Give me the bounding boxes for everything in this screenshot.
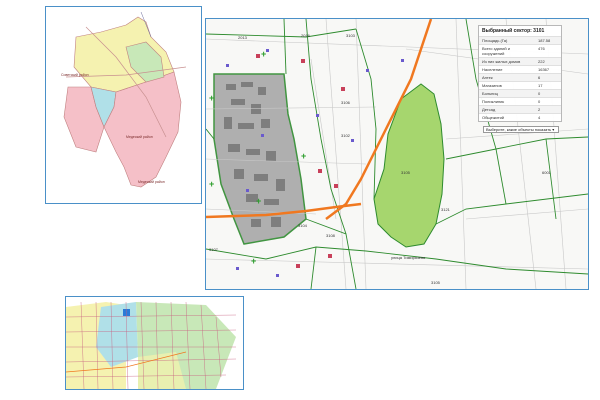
info-row: Население 16367	[479, 65, 561, 73]
sector-label: 3107	[209, 247, 219, 252]
info-key: Детсад	[482, 107, 496, 112]
sector-label: 3106	[341, 100, 351, 105]
sector-label: 3104	[298, 223, 308, 228]
sector-label: 3121	[441, 207, 451, 212]
info-key: Всего зданий и сооружений	[482, 46, 510, 56]
district-map-svg: Советский район Медеский район Медеский …	[46, 7, 201, 203]
sector-label: 3108	[326, 233, 336, 238]
info-value: 17	[538, 83, 543, 88]
info-key: Общежитий	[482, 115, 505, 120]
mini-selected-sector[interactable]	[123, 309, 130, 316]
info-row: Поликлиник 0	[479, 97, 561, 105]
info-key: Аптек	[482, 75, 493, 80]
svg-text:+: +	[261, 49, 266, 59]
svg-text:+: +	[256, 196, 261, 206]
district-label-3: Медеский район	[138, 180, 165, 184]
info-row: Магазинов 17	[479, 81, 561, 89]
sector-label: 3102	[341, 133, 351, 138]
sector-label: 3105	[431, 280, 441, 285]
info-key: Больниц	[482, 91, 498, 96]
info-row: Общежитий 4	[479, 113, 561, 121]
district-label-2: Медеский район	[126, 135, 153, 139]
info-key: Поликлиник	[482, 99, 505, 104]
info-key: Население	[482, 67, 503, 72]
info-value: 222	[538, 59, 545, 64]
info-value: 476	[538, 46, 545, 51]
info-row: Площадь (Га) 187.58	[479, 36, 561, 44]
info-row: Аптек 6	[479, 73, 561, 81]
sector-label: 3103	[346, 33, 356, 38]
svg-text:+: +	[209, 93, 214, 103]
info-value: 0	[538, 99, 541, 104]
info-value: 187.58	[538, 38, 551, 43]
district-label-1: Советский район	[61, 73, 89, 77]
objects-select-dropdown[interactable]: Выберите, какие объекты показать ▾	[483, 126, 559, 133]
info-key: Из них жилых домов	[482, 59, 521, 64]
district-overview-map[interactable]: Советский район Медеский район Медеский …	[45, 6, 202, 204]
info-value: 16367	[538, 67, 550, 72]
info-row: Детсад 2	[479, 105, 561, 113]
info-value: 0	[538, 91, 541, 96]
sector-info-panel: Выбранный сектор: 3101 Площадь (Га) 187.5…	[478, 25, 562, 122]
info-rows: Площадь (Га) 187.58 Всего зданий и сооруже…	[479, 36, 561, 121]
main-sector-map[interactable]: + + + + + + 2013 2016 3103 3106 3102 3105 31…	[205, 18, 589, 290]
info-row: Всего зданий и сооружений 476	[479, 44, 561, 57]
street-label: улица Тимирязева	[391, 255, 426, 260]
mini-sector-map[interactable]	[65, 296, 244, 390]
info-value: 4	[538, 115, 541, 120]
sector-label: 2016	[301, 33, 311, 38]
info-row: Больниц 0	[479, 89, 561, 97]
info-value: 2	[538, 107, 541, 112]
info-value: 6	[538, 75, 541, 80]
svg-text:+: +	[209, 179, 214, 189]
sector-label: 6001	[542, 170, 552, 175]
sector-label: 2013	[238, 35, 248, 40]
info-title: Выбранный сектор: 3101	[482, 28, 545, 34]
sector-label: 3105	[401, 170, 411, 175]
svg-text:+: +	[251, 256, 256, 266]
mini-map-svg	[66, 297, 243, 389]
svg-text:+: +	[301, 151, 306, 161]
info-key: Площадь (Га)	[482, 38, 508, 43]
info-row: Из них жилых домов 222	[479, 57, 561, 65]
info-key: Магазинов	[482, 83, 502, 88]
